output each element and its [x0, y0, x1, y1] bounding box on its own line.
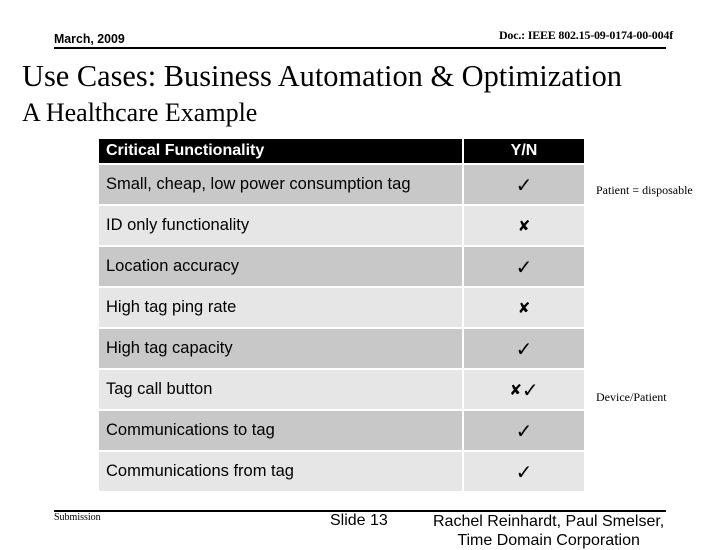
- table-header-row: Critical Functionality Y/N: [99, 139, 586, 165]
- value-cell: ✓: [464, 452, 584, 493]
- slide-subtitle: A Healthcare Example: [22, 98, 258, 127]
- check-icon: ✓: [515, 254, 533, 279]
- cross-icon: ✘: [509, 380, 522, 399]
- header-date: March, 2009: [54, 31, 125, 46]
- value-cell: ✓: [464, 165, 584, 206]
- value-cell: ✘ ✓: [464, 370, 584, 411]
- feature-cell: ID only functionality: [99, 206, 464, 247]
- check-icon: ✓: [515, 172, 533, 197]
- value-cell: ✘: [464, 206, 584, 247]
- feature-cell: High tag ping rate: [99, 288, 464, 329]
- note-patient-disposable: Patient = disposable: [596, 183, 693, 197]
- table-row: Tag call button ✘ ✓: [99, 370, 586, 411]
- cross-icon: ✘: [517, 298, 531, 317]
- feature-cell: Tag call button: [99, 370, 464, 411]
- footer-submission: Submission: [54, 512, 101, 523]
- table-row: Location accuracy ✓: [99, 247, 586, 288]
- check-icon: ✓: [515, 418, 533, 443]
- footer-author: Rachel Reinhardt, Paul Smelser, Time Dom…: [433, 512, 664, 550]
- feature-cell: Location accuracy: [99, 247, 464, 288]
- feature-cell: High tag capacity: [99, 329, 464, 370]
- functionality-table: Critical Functionality Y/N Small, cheap,…: [99, 139, 586, 493]
- check-icon: ✓: [515, 336, 533, 361]
- column-header-yn: Y/N: [464, 139, 584, 165]
- footer-author-line1: Rachel Reinhardt, Paul Smelser,: [433, 513, 665, 530]
- header-doc-id: Doc.: IEEE 802.15-09-0174-00-004f: [498, 28, 673, 42]
- table-row: High tag capacity ✓: [99, 329, 586, 370]
- note-device-patient: Device/Patient: [596, 390, 667, 404]
- table-row: Communications from tag ✓: [99, 452, 586, 493]
- column-header-functionality: Critical Functionality: [99, 139, 464, 165]
- table-row: High tag ping rate ✘: [99, 288, 586, 329]
- slide-title: Use Cases: Business Automation & Optimiz…: [22, 58, 622, 93]
- feature-cell: Communications to tag: [99, 411, 464, 452]
- value-cell: ✓: [464, 247, 584, 288]
- feature-cell: Small, cheap, low power consumption tag: [99, 165, 464, 206]
- footer-slide-number: Slide 13: [330, 512, 388, 529]
- footer-author-line2: Time Domain Corporation: [457, 532, 640, 549]
- feature-cell: Communications from tag: [99, 452, 464, 493]
- check-icon: ✓: [521, 377, 539, 402]
- table-row: Communications to tag ✓: [99, 411, 586, 452]
- value-cell: ✓: [464, 329, 584, 370]
- table-row: Small, cheap, low power consumption tag …: [99, 165, 586, 206]
- check-icon: ✓: [515, 459, 533, 484]
- header-divider: [54, 47, 666, 49]
- value-cell: ✘: [464, 288, 584, 329]
- table-row: ID only functionality ✘: [99, 206, 586, 247]
- value-cell: ✓: [464, 411, 584, 452]
- cross-icon: ✘: [517, 216, 531, 235]
